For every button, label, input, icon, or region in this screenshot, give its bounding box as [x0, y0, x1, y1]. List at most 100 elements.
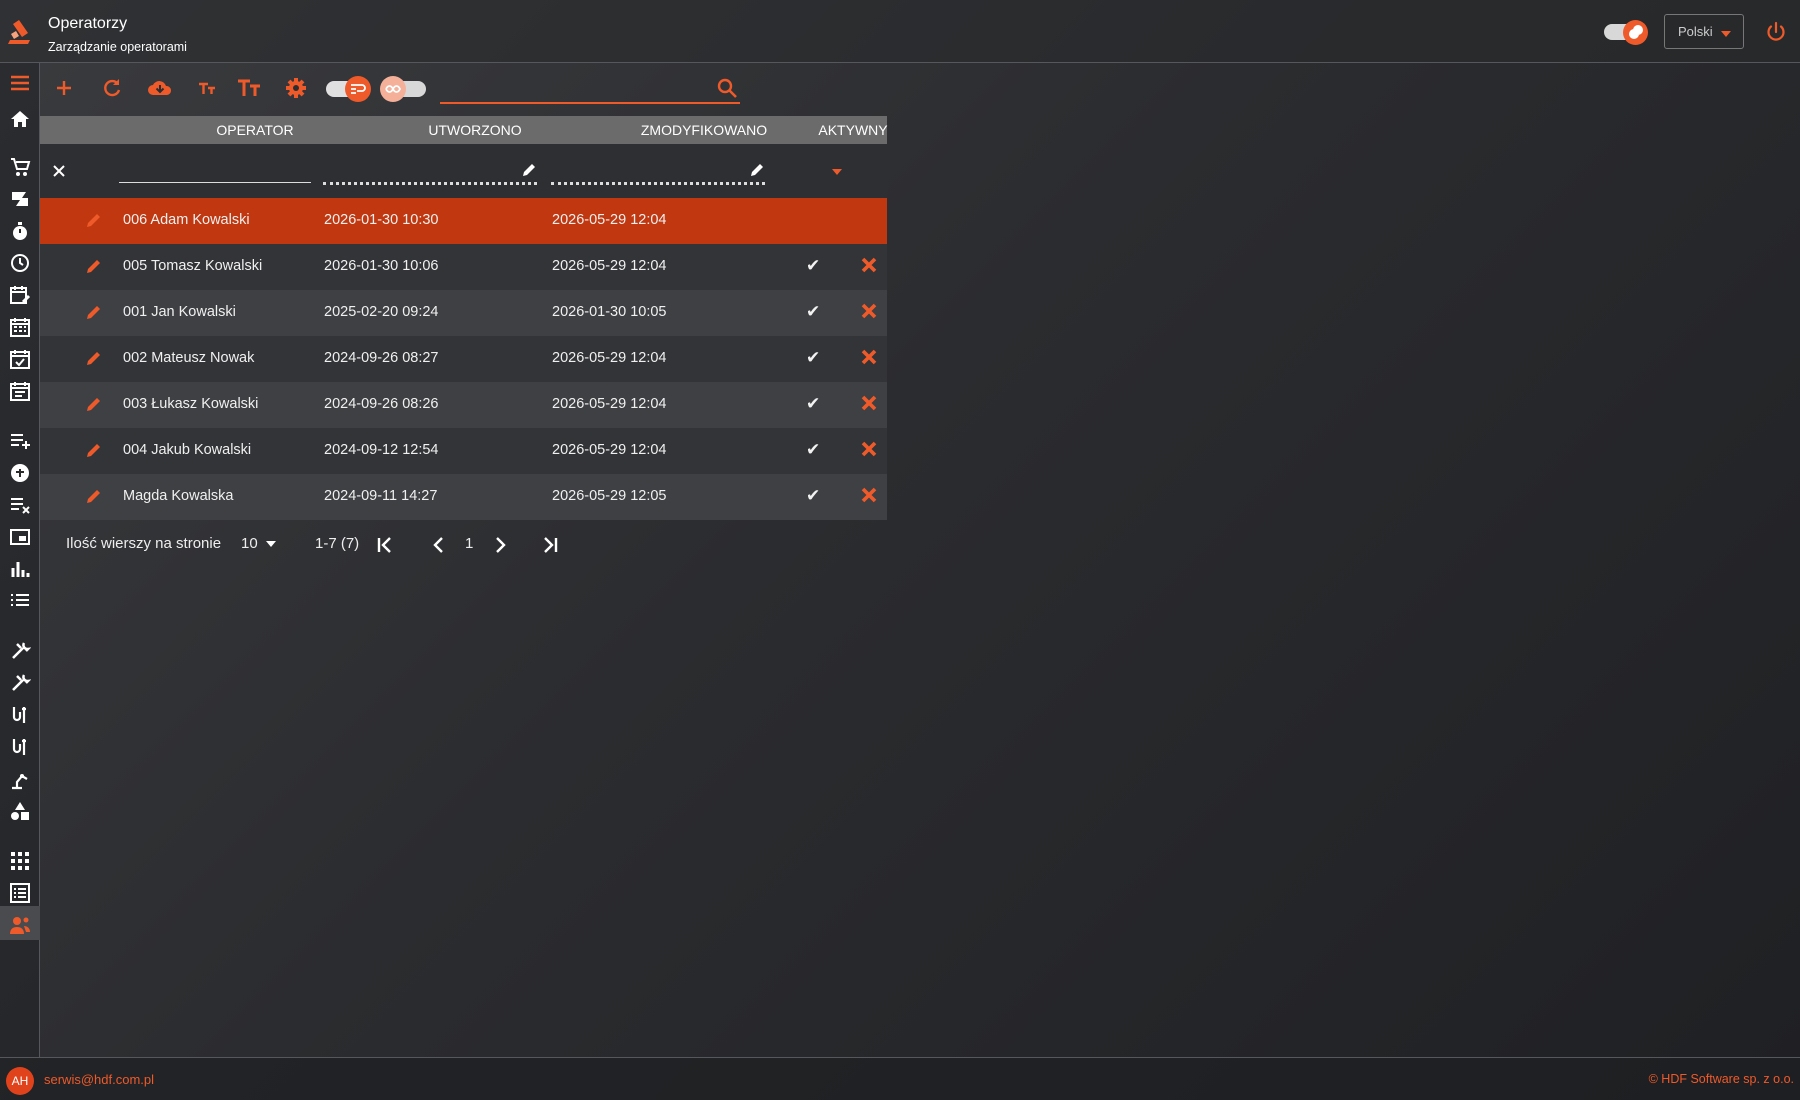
- delete-icon[interactable]: [860, 394, 878, 412]
- stopwatch-icon[interactable]: [9, 220, 31, 242]
- add-icon[interactable]: [52, 76, 76, 100]
- calendar-list-icon[interactable]: [9, 380, 31, 402]
- filter-row: [40, 144, 887, 198]
- created-filter-input[interactable]: [323, 182, 537, 185]
- delete-icon[interactable]: [860, 486, 878, 504]
- tool-spanner-icon[interactable]: [9, 704, 31, 726]
- modified-filter-input[interactable]: [551, 182, 765, 185]
- active-check-icon: ✔: [806, 486, 821, 505]
- first-page-icon[interactable]: [376, 536, 394, 554]
- column-header-active[interactable]: AKTYWNY: [773, 122, 933, 138]
- current-page: 1: [465, 535, 474, 552]
- tools-icon[interactable]: [9, 640, 31, 662]
- search-input[interactable]: [440, 71, 740, 104]
- column-header-operator[interactable]: OPERATOR: [150, 122, 360, 138]
- previous-page-icon[interactable]: [430, 536, 448, 554]
- tools-icon[interactable]: [9, 672, 31, 694]
- cloud-download-icon[interactable]: [146, 76, 174, 100]
- active-filter-dropdown-icon[interactable]: [831, 168, 843, 176]
- modified-date: 2026-05-29 12:04: [552, 442, 667, 458]
- monitor-icon[interactable]: [9, 526, 31, 548]
- search-icon[interactable]: [716, 77, 738, 99]
- active-check-icon: ✔: [806, 256, 821, 275]
- edit-icon[interactable]: [84, 302, 104, 322]
- caret-down-icon: [265, 541, 276, 548]
- clear-filters-icon[interactable]: [52, 164, 66, 178]
- user-email[interactable]: serwis@hdf.com.pl: [44, 1072, 154, 1087]
- edit-icon[interactable]: [84, 394, 104, 414]
- calendar-check-icon[interactable]: [9, 348, 31, 370]
- table-row[interactable]: 005 Tomasz Kowalski 2026-01-30 10:06 2026-…: [40, 244, 887, 290]
- last-page-icon[interactable]: [541, 536, 559, 554]
- power-icon[interactable]: [1764, 20, 1788, 44]
- avatar[interactable]: AH: [6, 1067, 34, 1095]
- operator-name: 001 Jan Kowalski: [123, 304, 236, 320]
- theme-toggle[interactable]: [1604, 19, 1650, 45]
- page-range: 1-7 (7): [315, 535, 360, 552]
- playlist-remove-icon[interactable]: [9, 494, 31, 516]
- home-icon[interactable]: [9, 108, 31, 130]
- modified-date: 2026-05-29 12:04: [552, 258, 667, 274]
- modified-date: 2026-05-29 12:05: [552, 488, 667, 504]
- clock-icon[interactable]: [9, 252, 31, 274]
- tool-spanner-icon[interactable]: [9, 736, 31, 758]
- table-row[interactable]: 002 Mateusz Nowak 2024-09-26 08:27 2026-05…: [40, 336, 887, 382]
- operator-filter-input[interactable]: [119, 182, 311, 183]
- active-check-icon: ✔: [806, 440, 821, 459]
- edit-filter-icon[interactable]: [521, 162, 537, 178]
- apps-grid-icon[interactable]: [9, 850, 31, 872]
- created-date: 2025-02-20 09:24: [324, 304, 439, 320]
- rows-per-page-select[interactable]: 10: [241, 535, 277, 552]
- next-page-icon[interactable]: [491, 536, 509, 554]
- edit-icon[interactable]: [84, 210, 104, 230]
- delete-icon[interactable]: [860, 440, 878, 458]
- infinite-scroll-toggle[interactable]: [380, 76, 428, 102]
- edit-icon[interactable]: [84, 486, 104, 506]
- pin-icon[interactable]: [9, 462, 31, 484]
- page-title: Operatorzy: [48, 15, 128, 32]
- created-date: 2026-01-30 10:06: [324, 258, 439, 274]
- active-check-icon: ✔: [806, 394, 821, 413]
- edit-icon[interactable]: [84, 440, 104, 460]
- report-list-icon[interactable]: [9, 882, 31, 904]
- table-row[interactable]: 001 Jan Kowalski 2025-02-20 09:24 2026-01-…: [40, 290, 887, 336]
- cart-icon[interactable]: [9, 156, 31, 178]
- edit-filter-icon[interactable]: [749, 162, 765, 178]
- operators-icon[interactable]: [9, 914, 31, 936]
- top-bar: Operatorzy Zarządzanie operatorami Polsk…: [0, 0, 1800, 63]
- production-icon[interactable]: [9, 188, 31, 210]
- column-header-created[interactable]: UTWORZONO: [360, 122, 590, 138]
- edit-icon[interactable]: [84, 256, 104, 276]
- wrap-toggle[interactable]: [326, 76, 374, 102]
- modified-date: 2026-05-29 12:04: [552, 396, 667, 412]
- delete-icon[interactable]: [860, 256, 878, 274]
- shapes-icon[interactable]: [9, 800, 31, 822]
- sidebar: [0, 63, 40, 1057]
- font-large-icon[interactable]: [236, 76, 262, 100]
- delete-icon[interactable]: [860, 302, 878, 320]
- language-select[interactable]: Polski: [1664, 14, 1744, 49]
- refresh-icon[interactable]: [100, 76, 124, 100]
- list-icon[interactable]: [9, 590, 31, 612]
- table-row[interactable]: 006 Adam Kowalski 2026-01-30 10:30 2026-05…: [40, 198, 887, 244]
- modified-date: 2026-05-29 12:04: [552, 350, 667, 366]
- font-small-icon[interactable]: [196, 76, 220, 100]
- operator-name: 005 Tomasz Kowalski: [123, 258, 263, 274]
- copyright: © HDF Software sp. z o.o.: [1648, 1072, 1794, 1086]
- app-logo-icon[interactable]: [4, 16, 36, 48]
- menu-icon[interactable]: [9, 72, 31, 94]
- delete-icon[interactable]: [860, 348, 878, 366]
- settings-icon[interactable]: [284, 76, 308, 100]
- operator-name: 002 Mateusz Nowak: [123, 350, 255, 366]
- robot-arm-icon[interactable]: [9, 768, 31, 790]
- operator-name: 003 Łukasz Kowalski: [123, 396, 259, 412]
- calendar-edit-icon[interactable]: [9, 284, 31, 306]
- operator-name: Magda Kowalska: [123, 488, 234, 504]
- table-row[interactable]: 004 Jakub Kowalski 2024-09-12 12:54 2026-0…: [40, 428, 887, 474]
- table-row[interactable]: 003 Łukasz Kowalski 2024-09-26 08:26 2026-…: [40, 382, 887, 428]
- table-row[interactable]: Magda Kowalska 2024-09-11 14:27 2026-05-29…: [40, 474, 887, 520]
- bar-chart-icon[interactable]: [9, 558, 31, 580]
- playlist-add-icon[interactable]: [9, 430, 31, 452]
- calendar-icon[interactable]: [9, 316, 31, 338]
- edit-icon[interactable]: [84, 348, 104, 368]
